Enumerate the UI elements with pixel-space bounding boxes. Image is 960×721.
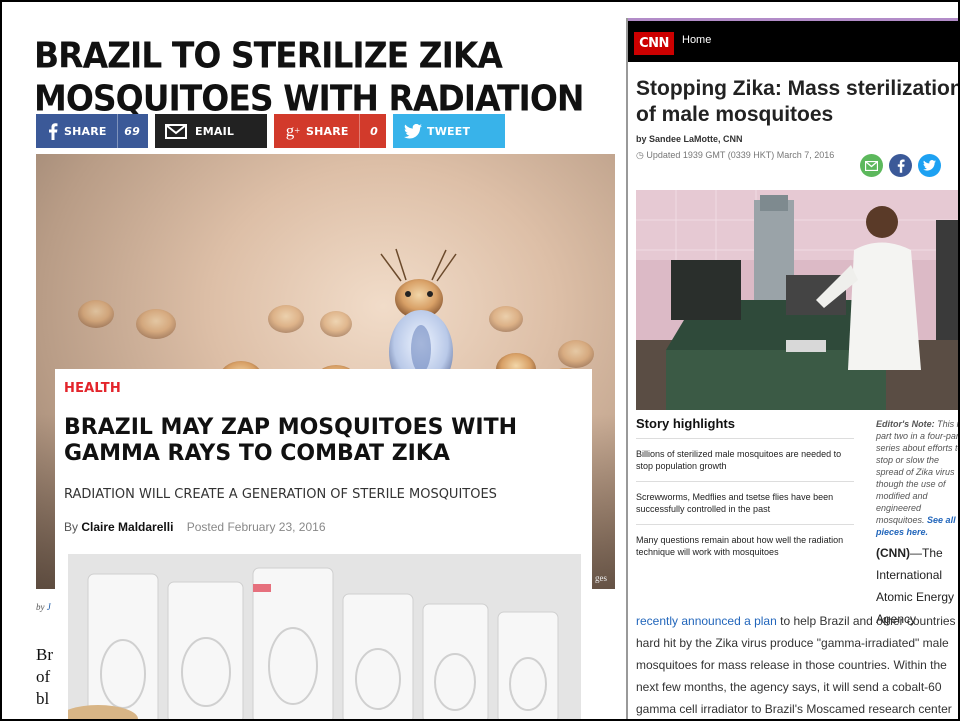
tweet-button[interactable]: TWEET (393, 114, 505, 148)
google-plus-share-divider (358, 114, 360, 148)
twitter-icon (399, 123, 427, 139)
cnn-social-share (860, 154, 941, 177)
left-byline-author-link[interactable]: J (47, 602, 51, 612)
left-byline: by J (36, 602, 51, 612)
facebook-share-divider (116, 114, 118, 148)
tweet-label: TWEET (427, 124, 471, 138)
article-headline: BRAZIL TO STERILIZE ZIKA MOSQUITOES WITH… (34, 34, 585, 120)
cnn-logo[interactable]: CNN (634, 32, 674, 55)
irradiator-photo (636, 190, 958, 410)
popsci-subhead: RADIATION WILL CREATE A GENERATION OF ST… (64, 487, 497, 502)
twitter-share-icon[interactable] (918, 154, 941, 177)
announced-plan-link[interactable]: recently announced a plan (636, 614, 777, 628)
google-plus-icon: g + (285, 121, 301, 140)
editor-note-text: This is part two in a four-part series a… (876, 419, 960, 525)
facebook-share-label: SHARE (64, 124, 107, 138)
cnn-byline: by Sandee LaMotte, CNN (636, 134, 743, 144)
cnn-navbar: CNN Home (628, 21, 958, 62)
google-plus-share-label: SHARE (306, 124, 349, 138)
share-bar: SHARE 69 EMAIL g + SHARE 0 TWEET (36, 114, 505, 148)
popsci-byline: By Claire Maldarelli Posted February 23,… (64, 520, 326, 534)
cnn-body-line: gamma cell irradiator to Brazil's Moscam… (636, 702, 952, 716)
cnn-article-panel: CNN Home Stopping Zika: Mass sterilizati… (626, 18, 960, 719)
story-highlights-title: Story highlights (636, 416, 735, 431)
highlight-item: Many questions remain about how well the… (636, 524, 854, 567)
mosquito-cages-photo (68, 554, 581, 719)
cnn-body-line: recently announced a plan to help Brazil… (636, 610, 958, 632)
facebook-share-button[interactable]: SHARE 69 (36, 114, 148, 148)
popsci-posted-date: Posted February 23, 2016 (186, 520, 326, 534)
screenshot-frame: BRAZIL TO STERILIZE ZIKA MOSQUITOES WITH… (0, 0, 960, 721)
popsci-byline-by: By (64, 520, 79, 534)
left-byline-prefix: by (36, 602, 45, 612)
category-label[interactable]: HEALTH (64, 381, 121, 396)
clock-icon: ◷ (636, 150, 644, 160)
cnn-headline: Stopping Zika: Mass sterilization of mal… (636, 77, 960, 126)
highlight-item: Billions of sterilized male mosquitoes a… (636, 438, 854, 481)
cnn-body-text: recently announced a plan to help Brazil… (636, 610, 958, 719)
cnn-dateline-tag: (CNN) (876, 546, 910, 560)
cnn-body-line: next few months, the agency says, it wil… (636, 680, 942, 694)
popsci-headline: BRAZIL MAY ZAP MOSQUITOES WITH GAMMA RAY… (64, 415, 518, 466)
irradiator-illustration (636, 190, 958, 410)
cnn-body-line: mosquitoes for mass release in those cou… (636, 658, 947, 672)
email-share-label: EMAIL (195, 124, 235, 138)
facebook-share-icon[interactable] (889, 154, 912, 177)
cnn-updated-timestamp: ◷ Updated 1939 GMT (0339 HKT) March 7, 2… (636, 149, 856, 162)
email-share-button[interactable]: EMAIL (155, 114, 267, 148)
editor-note: Editor's Note: This is part two in a fou… (876, 418, 960, 538)
cnn-updated-text: Updated 1939 GMT (0339 HKT) March 7, 201… (646, 150, 835, 160)
mosquito-cages-illustration (68, 554, 581, 719)
photo-credit: ges (595, 573, 607, 583)
nav-home-link[interactable]: Home (682, 34, 711, 46)
google-plus-share-count: 0 (370, 124, 378, 138)
email-share-icon[interactable] (860, 154, 883, 177)
facebook-icon (42, 122, 64, 140)
cnn-body-line: hard hit by the Zika virus produce "gamm… (636, 636, 949, 650)
story-highlights-list: Billions of sterilized male mosquitoes a… (636, 438, 854, 567)
editor-note-label: Editor's Note: (876, 419, 935, 429)
popsci-article-card: HEALTH BRAZIL MAY ZAP MOSQUITOES WITH GA… (55, 369, 592, 719)
cnn-body-line-1-text: to help Brazil and other countries (776, 614, 956, 628)
mail-icon (161, 123, 191, 139)
highlight-item: Screwworms, Medflies and tsetse flies ha… (636, 481, 854, 524)
facebook-share-count: 69 (124, 124, 140, 138)
google-plus-share-button[interactable]: g + SHARE 0 (274, 114, 386, 148)
popsci-author-link[interactable]: Claire Maldarelli (81, 520, 173, 534)
